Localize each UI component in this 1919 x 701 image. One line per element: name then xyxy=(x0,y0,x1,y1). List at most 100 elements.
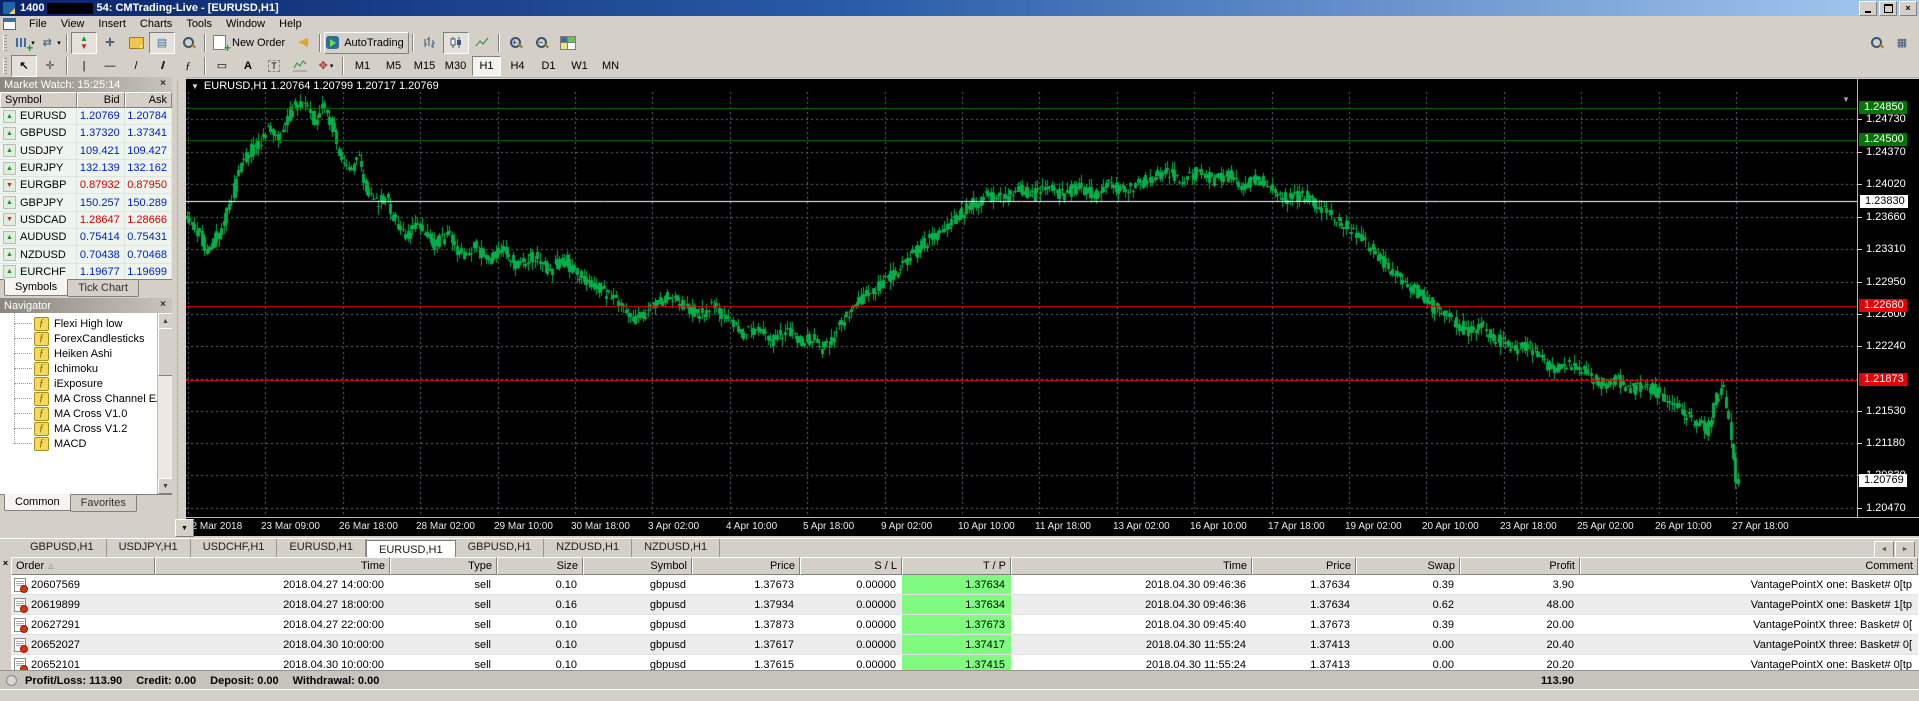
chart-tab-eurusd-h1[interactable]: EURUSD,H1 xyxy=(277,539,366,557)
menu-item-help[interactable]: Help xyxy=(272,17,309,31)
market-watch-tab-symbols[interactable]: Symbols xyxy=(4,279,69,296)
minimize-button[interactable] xyxy=(1859,1,1877,16)
strategy-tester-button[interactable] xyxy=(175,31,201,54)
timeframe-m15[interactable]: M15 xyxy=(410,56,439,76)
close-icon[interactable]: × xyxy=(157,299,169,311)
close-icon[interactable]: × xyxy=(157,78,169,90)
chart-window-icon[interactable] xyxy=(3,17,16,30)
alerts-button[interactable] xyxy=(290,31,317,54)
line-chart-mode-button[interactable] xyxy=(468,31,495,54)
orders-column-order[interactable]: Order △ xyxy=(11,557,155,575)
navigator-item-ma-cross-v1-2[interactable]: ƒ MA Cross V1.2 xyxy=(0,413,172,436)
new-chart-button[interactable]: + ▾ xyxy=(11,31,37,54)
navigator-item-macd[interactable]: ƒ MACD xyxy=(0,428,172,451)
terminal-toggle-button[interactable]: ▤ xyxy=(149,31,175,54)
market-watch-row-gbpusd[interactable]: ▲ GBPUSD 1.37320 1.37341 xyxy=(0,125,172,143)
menu-item-tools[interactable]: Tools xyxy=(179,17,219,31)
order-row-20619899[interactable]: 20619899 2018.04.27 18:00:00 sell 0.16 gbpus… xyxy=(11,595,1918,615)
candlestick-mode-button[interactable] xyxy=(442,31,469,54)
orders-column-price[interactable]: Price xyxy=(692,557,800,575)
profiles-button[interactable]: ⇄ ▾ xyxy=(37,31,63,54)
market-watch-row-gbpjpy[interactable]: ▲ GBPJPY 150.257 150.289 xyxy=(0,194,172,212)
navigator-item-ichimoku[interactable]: ƒ Ichimoku xyxy=(0,353,172,376)
chart-tab-usdjpy-h1[interactable]: USDJPY,H1 xyxy=(107,539,191,557)
market-watch-row-nzdusd[interactable]: ▲ NZDUSD 0.70438 0.70468 xyxy=(0,246,172,264)
orders-column-symbol[interactable]: Symbol xyxy=(583,557,692,575)
price-axis[interactable]: 1.24730 1.24370 1.24020 1.23660 1.23310 1.229… xyxy=(1857,79,1919,517)
timeframe-h4[interactable]: H4 xyxy=(503,56,532,76)
chart-scroll-dropdown[interactable]: ▼ xyxy=(175,519,194,537)
order-row-20652027[interactable]: 20652027 2018.04.30 10:00:00 sell 0.10 gbpus… xyxy=(11,635,1918,655)
text-tool-button[interactable]: A xyxy=(235,54,261,77)
chart-tab-eurusd-h1[interactable]: EURUSD,H1 xyxy=(366,540,456,558)
market-watch-row-eurchf[interactable]: ▲ EURCHF 1.19677 1.19699 xyxy=(0,263,172,279)
maximize-button[interactable] xyxy=(1879,1,1897,16)
zoom-out-button[interactable]: − xyxy=(528,31,555,54)
tile-windows-button[interactable] xyxy=(554,31,581,54)
chart-tab-nzdusd-h1[interactable]: NZDUSD,H1 xyxy=(544,539,633,557)
market-watch-row-audusd[interactable]: ▲ AUDUSD 0.75414 0.75431 xyxy=(0,229,172,247)
channel-tool-button[interactable]: // xyxy=(149,54,175,77)
menu-item-insert[interactable]: Insert xyxy=(91,17,133,31)
close-icon[interactable]: × xyxy=(1,559,10,568)
chart-tab-usdchf-h1[interactable]: USDCHF,H1 xyxy=(191,539,278,557)
toolbar-grip[interactable] xyxy=(3,34,7,51)
market-watch-column-bid[interactable]: Bid xyxy=(77,92,125,108)
orders-column-comment[interactable]: Comment xyxy=(1580,557,1918,575)
orders-column-tp[interactable]: T / P xyxy=(902,557,1011,575)
order-row-20627291[interactable]: 20627291 2018.04.27 22:00:00 sell 0.10 gbpus… xyxy=(11,615,1918,635)
orders-column-profit[interactable]: Profit xyxy=(1460,557,1580,575)
bar-chart-mode-button[interactable] xyxy=(416,31,443,54)
chart-tab-gbpusd-h1[interactable]: GBPUSD,H1 xyxy=(456,539,545,557)
toolbar-grip[interactable] xyxy=(3,57,7,74)
orders-column-size[interactable]: Size xyxy=(497,557,583,575)
autotrading-button[interactable]: AutoTrading xyxy=(324,31,409,54)
fibonacci-tool-button[interactable]: ƒ xyxy=(175,54,201,77)
orders-column-type[interactable]: Type xyxy=(390,557,497,575)
navigator-item-ma-cross-channel-ea-v1[interactable]: ƒ MA Cross Channel EA V1 xyxy=(0,383,172,406)
market-watch-row-usdcad[interactable]: ▼ USDCAD 1.28647 1.28666 xyxy=(0,211,172,230)
market-watch-tab-tick-chart[interactable]: Tick Chart xyxy=(67,280,139,297)
vertical-line-tool-button[interactable]: | xyxy=(71,54,97,77)
candlestick-chart[interactable] xyxy=(186,92,1857,517)
orders-column-time[interactable]: Time xyxy=(155,557,390,575)
tab-scroll-right-icon[interactable]: ► xyxy=(1895,541,1915,558)
scroll-up-icon[interactable]: ▲ xyxy=(158,313,172,329)
crosshair-tool-button[interactable]: ✛ xyxy=(37,54,63,77)
navigator-tab-common[interactable]: Common xyxy=(4,494,71,511)
timeframe-m5[interactable]: M5 xyxy=(379,56,408,76)
orders-column-sl[interactable]: S / L xyxy=(800,557,902,575)
indicators-button[interactable] xyxy=(287,54,313,77)
timeframe-h1[interactable]: H1 xyxy=(472,55,501,76)
navigator-item-iexposure[interactable]: ƒ iExposure xyxy=(0,368,172,391)
arrow-objects-button[interactable]: ✥ ▾ xyxy=(313,54,339,77)
navigator-toggle-button[interactable] xyxy=(123,31,149,54)
chart-tab-gbpusd-h1[interactable]: GBPUSD,H1 xyxy=(18,539,107,557)
navigator-scrollbar[interactable]: ▲ ▼ xyxy=(157,313,172,494)
shapes-tool-button[interactable]: ▭ xyxy=(209,54,235,77)
market-watch-column-ask[interactable]: Ask xyxy=(124,92,173,108)
navigator-item-ma-cross-v1-0[interactable]: ƒ MA Cross V1.0 xyxy=(0,398,172,421)
trendline-tool-button[interactable]: / xyxy=(123,54,149,77)
horizontal-line-tool-button[interactable]: — xyxy=(97,54,123,77)
orders-column-time[interactable]: Time xyxy=(1011,557,1252,575)
navigator-item-flexi-high-low[interactable]: ƒ Flexi High low xyxy=(0,313,172,331)
navigator-tab-favorites[interactable]: Favorites xyxy=(69,495,137,512)
menu-item-file[interactable]: File xyxy=(22,17,54,31)
orders-column-swap[interactable]: Swap xyxy=(1356,557,1460,575)
panel-splitter[interactable] xyxy=(172,77,186,538)
market-watch-row-eurjpy[interactable]: ▲ EURJPY 132.139 132.162 xyxy=(0,159,172,178)
navigator-item-forexcandlesticks[interactable]: ƒ ForexCandlesticks xyxy=(0,323,172,346)
order-row-20607569[interactable]: 20607569 2018.04.27 14:00:00 sell 0.10 gbpus… xyxy=(11,575,1918,595)
menu-item-view[interactable]: View xyxy=(54,17,92,31)
menu-item-charts[interactable]: Charts xyxy=(133,17,179,31)
timeframe-w1[interactable]: W1 xyxy=(565,56,594,76)
search-button[interactable] xyxy=(1863,31,1889,54)
scroll-down-icon[interactable]: ▼ xyxy=(158,478,172,494)
chart-tab-nzdusd-h1[interactable]: NZDUSD,H1 xyxy=(632,539,721,557)
text-label-tool-button[interactable]: T xyxy=(261,54,287,77)
scrollbar-thumb[interactable] xyxy=(158,328,172,376)
cursor-tool-button[interactable]: ↖ xyxy=(11,54,37,77)
toolbar-options-button[interactable]: ▦ xyxy=(1889,31,1915,54)
market-watch-toggle-button[interactable]: ▲ ▼ xyxy=(71,31,97,54)
